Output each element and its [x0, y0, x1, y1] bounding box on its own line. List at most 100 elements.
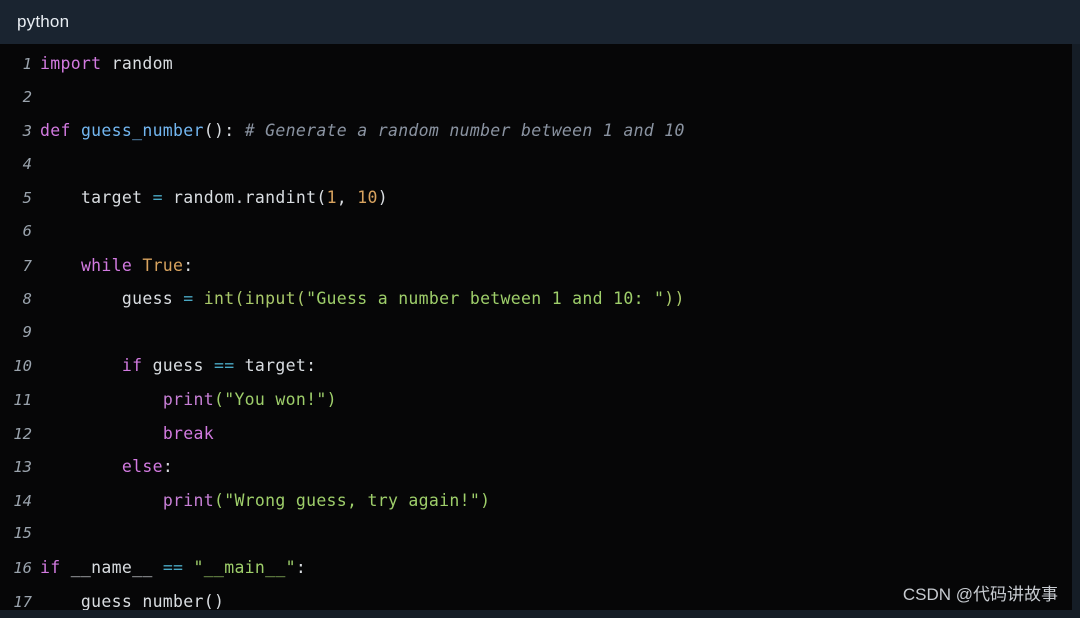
code-line-text: if guess == target: — [40, 349, 1072, 383]
code-editor-surface[interactable]: 1 import random 2 3 def guess_number(): # Ge… — [0, 44, 1072, 610]
code-token: ) — [480, 490, 491, 510]
code-token: else — [121, 457, 163, 477]
code-token: (): — [203, 121, 245, 141]
line-number: 5 — [22, 189, 32, 208]
code-line-list: 1 import random 2 3 def guess_number(): # Ge… — [0, 44, 1072, 610]
code-token: __name__ — [60, 557, 163, 577]
code-token: = — [183, 289, 194, 309]
code-token: : — [162, 457, 174, 477]
line-number: 3 — [22, 122, 32, 141]
code-token: random — [101, 54, 174, 73]
code-token: if — [40, 557, 61, 577]
code-token: def — [40, 121, 71, 141]
line-number: 4 — [22, 154, 32, 173]
code-line: 15 — [0, 517, 1072, 551]
code-token: guess_number() — [40, 591, 225, 611]
code-line: 2 — [0, 81, 1072, 115]
code-line-text: def guess_number(): # Generate a random … — [40, 114, 1072, 148]
line-number: 7 — [22, 256, 32, 275]
code-line: 4 — [0, 148, 1072, 182]
code-line: 13 else: — [0, 450, 1072, 484]
language-label: python — [17, 12, 70, 31]
line-number: 13 — [13, 458, 32, 477]
code-token: input — [244, 289, 296, 309]
code-token: print — [162, 490, 214, 510]
line-number: 17 — [13, 592, 32, 611]
code-token: # Generate a random number between 1 and… — [244, 121, 685, 141]
code-token: while — [80, 255, 133, 275]
line-number: 15 — [13, 524, 32, 543]
code-line-text: import random — [40, 47, 1072, 81]
code-token: break — [162, 423, 214, 443]
code-block-header: python — [0, 0, 1080, 44]
code-token: , — [336, 188, 358, 208]
code-line: 12 break — [0, 417, 1072, 451]
code-token: guess — [142, 356, 214, 376]
code-token: 10 — [357, 188, 378, 208]
code-token: if — [121, 356, 143, 376]
line-number: 14 — [13, 491, 32, 510]
code-line-text: print("You won!") — [40, 383, 1072, 417]
code-token: "Guess a number between 1 and 10: " — [306, 289, 665, 309]
code-token: True — [142, 255, 184, 275]
code-token: ( — [213, 490, 225, 510]
line-number: 1 — [22, 55, 32, 73]
code-line: 8 guess = int(input("Guess a number betw… — [0, 282, 1072, 316]
code-token: ) — [377, 188, 388, 208]
code-line: 16 if __name__ == "__main__": — [0, 551, 1072, 585]
code-line: 10 if guess == target: — [0, 349, 1072, 383]
code-token: "You won!" — [224, 389, 327, 409]
code-token: print — [162, 389, 214, 409]
code-token: == — [162, 557, 184, 577]
line-number: 16 — [13, 558, 32, 577]
code-token: guess_number — [80, 121, 204, 141]
code-token: import — [40, 54, 102, 73]
code-line: 5 target = random.randint(1, 10) — [0, 181, 1072, 215]
code-token: ( — [234, 289, 245, 309]
code-line-text: if __name__ == "__main__": — [40, 551, 1072, 585]
code-line-text: target = random.randint(1, 10) — [40, 181, 1072, 215]
code-line: 9 — [0, 316, 1072, 350]
code-line: 1 import random — [0, 47, 1072, 81]
code-token: random.randint( — [162, 188, 327, 208]
code-token: int — [203, 289, 235, 309]
line-number: 10 — [13, 357, 32, 376]
code-token: "Wrong guess, try again!" — [224, 490, 481, 510]
code-token: "__main__" — [193, 557, 296, 577]
code-token: )) — [664, 289, 685, 309]
line-number: 11 — [13, 390, 32, 409]
code-line: 14 print("Wrong guess, try again!") — [0, 484, 1072, 518]
code-line: 11 print("You won!") — [0, 383, 1072, 417]
code-line-text: print("Wrong guess, try again!") — [40, 484, 1072, 518]
code-token: 1 — [326, 188, 337, 208]
line-number: 8 — [22, 290, 32, 309]
code-token: guess — [40, 289, 184, 309]
code-line: 3 def guess_number(): # Generate a random… — [0, 114, 1072, 148]
code-token: target: — [234, 356, 317, 376]
line-number: 12 — [13, 424, 32, 443]
code-line: 7 while True: — [0, 249, 1072, 283]
line-number: 2 — [22, 87, 32, 106]
code-line-text: break — [40, 417, 1072, 451]
code-snippet-viewer: python 1 import random 2 3 def guess_number(… — [0, 0, 1080, 618]
code-token: ( — [213, 389, 225, 409]
code-line-text: guess = int(input("Guess a number betwee… — [40, 282, 1072, 316]
code-line-text: else: — [40, 450, 1072, 484]
code-token: ( — [295, 289, 307, 309]
code-token: : — [295, 557, 307, 577]
code-line: 6 — [0, 215, 1072, 249]
line-number: 6 — [22, 221, 32, 240]
line-number: 9 — [22, 322, 32, 341]
code-token: target — [40, 188, 153, 208]
code-token: : — [183, 255, 194, 275]
code-token: ) — [326, 389, 337, 409]
code-line-text: while True: — [40, 249, 1072, 283]
